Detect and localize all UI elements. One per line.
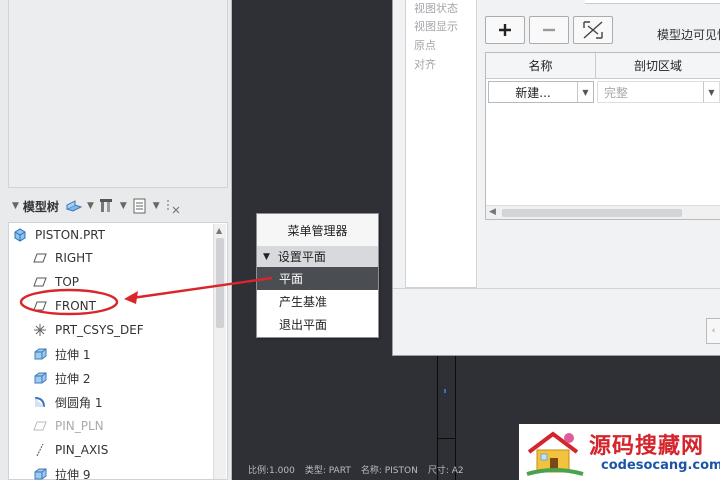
name-select[interactable]: 新建... ▼ bbox=[488, 81, 594, 103]
tree-item-top[interactable]: TOP bbox=[33, 271, 237, 293]
tree-item-extrude-1[interactable]: 拉伸 1 bbox=[33, 343, 237, 365]
settings-list-icon[interactable] bbox=[131, 198, 149, 214]
tree-item-pin-pln[interactable]: PIN_PLN bbox=[33, 415, 237, 437]
dialog-tab-list: 视图状态 视图显示 原点 对齐 bbox=[405, 0, 477, 288]
tree-item-label: 倒圆角 1 bbox=[55, 395, 103, 410]
menu-section-label: 设置平面 bbox=[277, 250, 326, 264]
tree-item-front[interactable]: FRONT bbox=[33, 295, 237, 317]
tools-icon[interactable] bbox=[98, 198, 116, 214]
datum-plane-icon bbox=[33, 275, 47, 289]
scroll-up-icon[interactable]: ▲ bbox=[216, 226, 222, 235]
status-type: 类型: PART bbox=[304, 466, 351, 476]
display-part-icon[interactable] bbox=[65, 198, 83, 214]
watermark-title: 源码搜藏网 bbox=[589, 434, 705, 459]
scrollbar-thumb[interactable] bbox=[216, 238, 224, 328]
extrude-icon bbox=[33, 467, 47, 480]
watermark-url: codesocang.com bbox=[601, 458, 720, 473]
tab-origin[interactable]: 原点 bbox=[414, 37, 436, 53]
filter-icon[interactable] bbox=[164, 198, 182, 214]
scrollbar-thumb[interactable] bbox=[502, 209, 682, 217]
status-bar: 比例:1.000 类型: PART 名称: PISTON 尺寸: A2 bbox=[248, 463, 464, 476]
tree-item-extrude-2[interactable]: 拉伸 2 bbox=[33, 367, 237, 389]
tree-item-right[interactable]: RIGHT bbox=[33, 247, 237, 269]
status-name: 名称: PISTON bbox=[360, 466, 418, 476]
flip-section-button[interactable] bbox=[573, 16, 613, 44]
name-select-value: 新建... bbox=[515, 85, 551, 100]
add-button[interactable] bbox=[485, 16, 525, 44]
remove-button[interactable] bbox=[529, 16, 569, 44]
chevron-down-icon[interactable]: ▼ bbox=[87, 201, 94, 211]
view-manager-dialog: 视图状态 视图显示 原点 对齐 模型边可见性 名称 剖切区域 新建... ▼ 完… bbox=[392, 0, 720, 356]
tab-align[interactable]: 对齐 bbox=[414, 56, 436, 72]
extrude-icon bbox=[33, 371, 47, 385]
model-edge bbox=[437, 352, 456, 480]
round-icon bbox=[33, 395, 47, 409]
chevron-down-icon[interactable]: ▼ bbox=[577, 82, 593, 102]
menu-section-set-plane[interactable]: ▼ 设置平面 bbox=[257, 246, 378, 267]
divider bbox=[393, 288, 720, 289]
tree-item-label: PIN_PLN bbox=[55, 419, 104, 433]
model-tree: PISTON.PRT RIGHT TOP FRONT PRT_CSYS_DEF bbox=[8, 222, 228, 480]
table-horizontal-scrollbar[interactable]: ◀ bbox=[486, 205, 720, 219]
menu-manager: 菜单管理器 ▼ 设置平面 平面 产生基准 退出平面 bbox=[256, 213, 379, 338]
dialog-partial-button[interactable]: ‹ bbox=[706, 318, 720, 344]
chevron-down-icon: ▼ bbox=[703, 82, 719, 102]
tree-item-label: RIGHT bbox=[55, 251, 93, 265]
datum-plane-icon bbox=[33, 299, 47, 313]
minus-icon bbox=[543, 28, 555, 32]
model-tree-title: 模型树 bbox=[22, 199, 59, 214]
expand-triangle-icon: ▼ bbox=[263, 251, 270, 262]
tree-item-label: PIN_AXIS bbox=[55, 443, 109, 457]
status-size: 尺寸: A2 bbox=[427, 466, 464, 476]
chevron-down-icon[interactable]: ▼ bbox=[153, 201, 160, 211]
model-edge bbox=[437, 438, 456, 439]
dialog-top-field bbox=[585, 0, 720, 4]
section-region-select: 完整 ▼ bbox=[597, 81, 720, 103]
model-tick-mark bbox=[444, 389, 446, 393]
extrude-icon bbox=[33, 347, 47, 361]
tree-item-extrude-9[interactable]: 拉伸 9 bbox=[33, 463, 237, 480]
tree-item-label: PISTON.PRT bbox=[35, 228, 105, 242]
plus-icon bbox=[499, 24, 511, 36]
datum-plane-icon bbox=[33, 251, 47, 265]
chevron-down-icon[interactable]: ▼ bbox=[120, 201, 127, 211]
column-header-name[interactable]: 名称 bbox=[486, 53, 596, 79]
layer-panel bbox=[8, 0, 228, 188]
part-icon bbox=[13, 228, 27, 242]
menu-item-plane[interactable]: 平面 bbox=[257, 267, 378, 290]
left-panel: ▼ 模型树 ▼ ▼ ▼ PISTON.PRT RIGHT TOP FRONT P… bbox=[0, 0, 232, 480]
tree-scrollbar[interactable]: ▲ bbox=[213, 224, 226, 479]
axis-icon bbox=[33, 443, 47, 457]
csys-icon bbox=[33, 323, 47, 337]
tree-item-label: TOP bbox=[55, 275, 80, 289]
tree-item-label: 拉伸 2 bbox=[55, 371, 91, 386]
menu-item-create-datum[interactable]: 产生基准 bbox=[257, 290, 378, 313]
menu-manager-title: 菜单管理器 bbox=[257, 214, 378, 246]
datum-plane-icon bbox=[33, 419, 47, 433]
section-region-value: 完整 bbox=[604, 85, 629, 100]
menu-item-exit-plane[interactable]: 退出平面 bbox=[257, 313, 378, 336]
section-table: 名称 剖切区域 新建... ▼ 完整 ▼ ◀ bbox=[485, 52, 720, 220]
tree-item-label: FRONT bbox=[55, 299, 96, 313]
tree-item-label: 拉伸 9 bbox=[55, 467, 91, 480]
scroll-left-icon[interactable]: ◀ bbox=[489, 207, 496, 217]
tree-item-pin-axis[interactable]: PIN_AXIS bbox=[33, 439, 237, 461]
tree-item-label: PRT_CSYS_DEF bbox=[55, 323, 144, 337]
tree-item-prt-csys-def[interactable]: PRT_CSYS_DEF bbox=[33, 319, 237, 341]
tab-view-display[interactable]: 视图显示 bbox=[414, 18, 458, 34]
tree-item-label: 拉伸 1 bbox=[55, 347, 91, 362]
tab-view-state[interactable]: 视图状态 bbox=[414, 0, 458, 16]
tree-item-round-1[interactable]: 倒圆角 1 bbox=[33, 391, 237, 413]
flip-section-icon bbox=[583, 21, 603, 39]
column-header-section-region[interactable]: 剖切区域 bbox=[596, 53, 720, 79]
watermark: 源码搜藏网 codesocang.com bbox=[519, 424, 720, 480]
tree-item-piston-prt[interactable]: PISTON.PRT bbox=[13, 224, 217, 246]
edge-visibility-label: 模型边可见性 bbox=[657, 28, 720, 42]
collapse-arrow-icon[interactable]: ▼ bbox=[12, 201, 19, 211]
status-scale: 比例:1.000 bbox=[248, 466, 295, 476]
model-tree-toolbar: ▼ 模型树 ▼ ▼ ▼ bbox=[8, 193, 228, 219]
house-logo-icon bbox=[526, 431, 584, 476]
